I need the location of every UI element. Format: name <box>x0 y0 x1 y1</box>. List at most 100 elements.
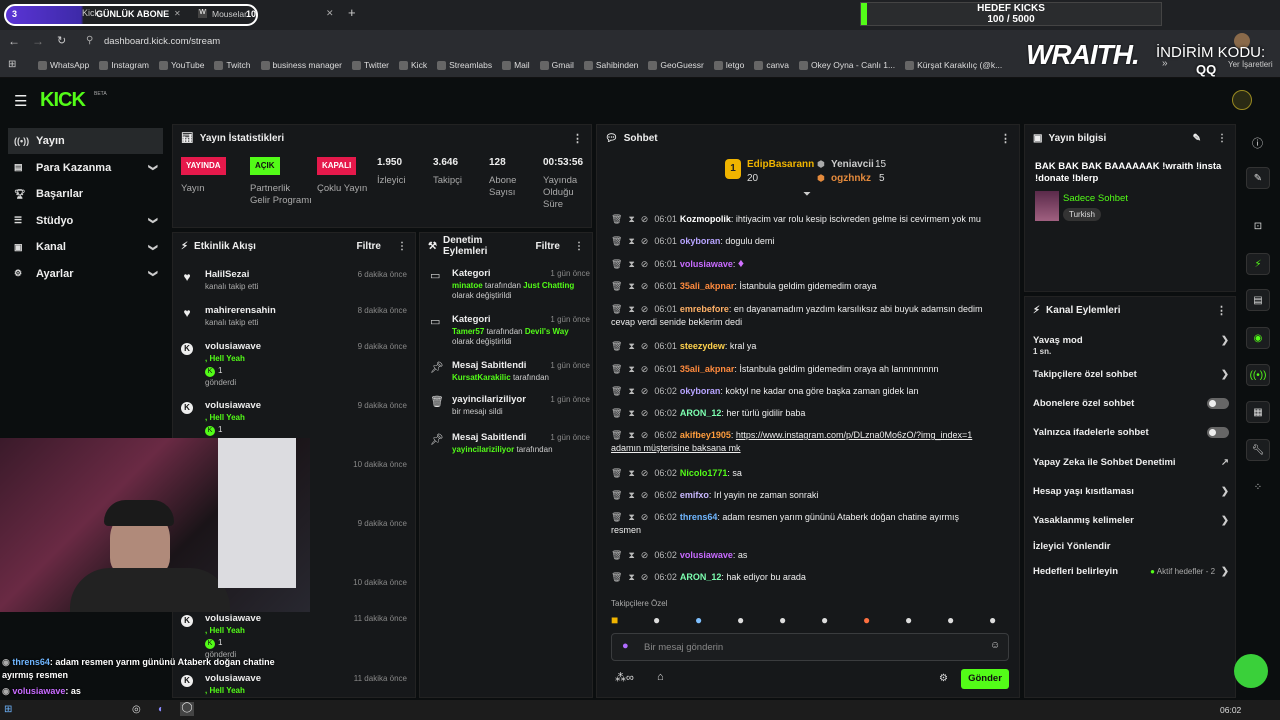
bookmark-item[interactable]: Mail <box>502 60 530 70</box>
emote-icon[interactable]: ● <box>653 613 660 627</box>
ban-icon[interactable]: ⊘ <box>641 490 649 500</box>
emote-icon[interactable]: ● <box>863 613 870 627</box>
chat-username[interactable]: Nicolo1771 <box>680 468 728 478</box>
nav-item-2[interactable]: 🏆︎ Başarılar <box>8 181 163 207</box>
chrome-taskbar-icon[interactable]: ◎ <box>132 704 141 715</box>
chat-input[interactable]: ● Bir mesaj gönderin ☺ <box>611 633 1009 661</box>
menu-icon[interactable]: ☰ <box>14 92 27 110</box>
more-icon[interactable]: ⋮ <box>572 132 583 145</box>
chat-username[interactable]: threns64 <box>680 512 718 522</box>
ban-icon[interactable]: ⊘ <box>641 512 649 522</box>
bookmark-item[interactable]: Kürşat Karakılıç (@k... <box>905 60 1002 70</box>
ban-icon[interactable]: ⊘ <box>641 386 649 396</box>
nav-item-4[interactable]: ▣ Kanal ❯ <box>8 234 163 260</box>
timeout-icon[interactable]: ⧗ <box>628 512 634 522</box>
redirect-viewers-setting[interactable]: İzleyici Yönlendir <box>1033 541 1229 552</box>
nav-item-5[interactable]: ⚙ Ayarlar ❯ <box>8 261 163 287</box>
ban-icon[interactable]: ⊘ <box>641 468 649 478</box>
delete-icon[interactable]: 🗑︎ <box>611 341 622 351</box>
back-icon[interactable]: ← <box>8 34 20 48</box>
chat-settings-icon[interactable]: ⚙ <box>939 673 948 684</box>
chat-username[interactable]: ARON_12 <box>680 572 722 582</box>
subscribers-only-toggle[interactable] <box>1207 398 1229 409</box>
delete-icon[interactable]: 🗑︎ <box>611 259 622 269</box>
more-icon[interactable]: ⋮ <box>1217 133 1227 144</box>
user-avatar[interactable] <box>1232 90 1252 110</box>
broadcast-rail-icon[interactable]: ((•)) <box>1246 364 1270 386</box>
delete-icon[interactable]: 🗑︎ <box>611 304 622 314</box>
more-icon[interactable]: ⋮ <box>1216 304 1227 317</box>
tab-mouselar[interactable]: Mouselar <box>212 9 247 19</box>
chat-username[interactable]: okyboran <box>680 386 721 396</box>
nav-item-0[interactable]: ((•)) Yayın <box>8 128 163 154</box>
chat-username[interactable]: steezydew <box>680 341 725 351</box>
emote-icon[interactable]: ● <box>737 613 744 627</box>
info-circle-icon[interactable]: ⓘ <box>1252 135 1263 151</box>
delete-icon[interactable]: 🗑︎ <box>611 550 622 560</box>
moderation-user[interactable]: yayincilariziliyor <box>452 445 514 454</box>
send-button[interactable]: Gönder <box>961 669 1009 689</box>
chat-username[interactable]: 35ali_akpnar <box>680 281 735 291</box>
bookmark-item[interactable]: Kick <box>399 60 427 70</box>
timeout-icon[interactable]: ⧗ <box>628 304 634 314</box>
delete-icon[interactable]: 🗑︎ <box>611 512 622 522</box>
slow-mode-setting[interactable]: Yavaş mod ❯ <box>1033 335 1229 346</box>
bookmark-item[interactable]: Okey Oyna - Canlı 1... <box>799 60 895 70</box>
top-gifter-2-name[interactable]: Yeniavcii <box>831 159 874 170</box>
bookmark-item[interactable]: Instagram <box>99 60 149 70</box>
bookmark-item[interactable]: GeoGuessr <box>648 60 704 70</box>
apps-rail-icon[interactable]: ⁘ <box>1246 476 1270 498</box>
delete-icon[interactable]: 🗑︎ <box>611 430 622 440</box>
wrench-icon[interactable]: 🔧︎ <box>1246 439 1270 461</box>
chat-username[interactable]: Kozmopolik <box>680 214 731 224</box>
nav-item-3[interactable]: ☰ Stüdyo ❯ <box>8 208 163 234</box>
nav-item-1[interactable]: ▤ Para Kazanma ❯ <box>8 155 163 181</box>
emote-icon[interactable]: ● <box>695 613 702 627</box>
bookmark-item[interactable]: canva <box>754 60 789 70</box>
emote-icon[interactable]: ■ <box>611 613 618 627</box>
chat-username[interactable]: akifbey1905 <box>680 430 731 440</box>
bookmark-item[interactable]: letgo <box>713 60 744 70</box>
delete-icon[interactable]: 🗑︎ <box>611 408 622 418</box>
clipboard-icon[interactable]: ▤ <box>1246 289 1270 311</box>
ban-icon[interactable]: ⊘ <box>641 214 649 224</box>
delete-icon[interactable]: 🗑︎ <box>611 468 622 478</box>
emote-icon[interactable]: ● <box>905 613 912 627</box>
more-icon[interactable]: ⋮ <box>1000 132 1011 145</box>
bookmark-item[interactable]: business manager <box>260 60 342 70</box>
emoji-icon[interactable]: ☺ <box>990 640 1000 651</box>
bookmark-item[interactable]: Streamlabs <box>437 60 492 70</box>
ban-icon[interactable]: ⊘ <box>641 236 649 246</box>
edit-icon[interactable]: ✎ <box>1193 133 1201 144</box>
bookmark-item[interactable]: Twitter <box>351 60 389 70</box>
bookmark-item[interactable]: YouTube <box>159 60 204 70</box>
moderation-user[interactable]: minatoe <box>452 281 483 290</box>
kicks-icon[interactable]: ⁂∞ <box>615 671 634 684</box>
chat-username[interactable]: ARON_12 <box>680 408 722 418</box>
emote-icon[interactable]: ● <box>947 613 954 627</box>
emote-icon[interactable]: ● <box>821 613 828 627</box>
timeout-icon[interactable]: ⧗ <box>628 214 634 224</box>
chat-username[interactable]: okyboran <box>680 236 721 246</box>
delete-icon[interactable]: 🗑︎ <box>611 236 622 246</box>
expand-icon[interactable]: ⏷ <box>803 189 811 200</box>
chat-username[interactable]: volusiawave <box>680 259 733 269</box>
discord-taskbar-icon[interactable]: ◐ <box>158 704 164 715</box>
timeout-icon[interactable]: ⧗ <box>628 490 634 500</box>
bookmark-item[interactable]: WhatsApp <box>38 60 89 70</box>
top-gifter-1-name[interactable]: EdipBasarann <box>747 159 814 170</box>
timeout-icon[interactable]: ⧗ <box>628 550 634 560</box>
url-field[interactable]: dashboard.kick.com/stream <box>104 36 220 47</box>
timeout-icon[interactable]: ⧗ <box>628 341 634 351</box>
timeout-icon[interactable]: ⧗ <box>628 281 634 291</box>
layout-icon[interactable]: ▦ <box>1246 401 1270 423</box>
banned-words-setting[interactable]: Yasaklanmış kelimeler ❯ <box>1033 515 1229 526</box>
ban-icon[interactable]: ⊘ <box>641 408 649 418</box>
close-icon[interactable]: ✕ <box>174 9 181 18</box>
bookmark-item[interactable]: Gmail <box>539 60 574 70</box>
activity-filter-button[interactable]: Filtre <box>357 241 381 252</box>
new-tab-icon[interactable]: + <box>348 5 356 20</box>
chat-username[interactable]: 35ali_akpnar <box>680 364 735 374</box>
account-age-setting[interactable]: Hesap yaşı kısıtlaması ❯ <box>1033 486 1229 497</box>
bookmarks-folder[interactable]: Yer İşaretleri <box>1228 60 1273 69</box>
